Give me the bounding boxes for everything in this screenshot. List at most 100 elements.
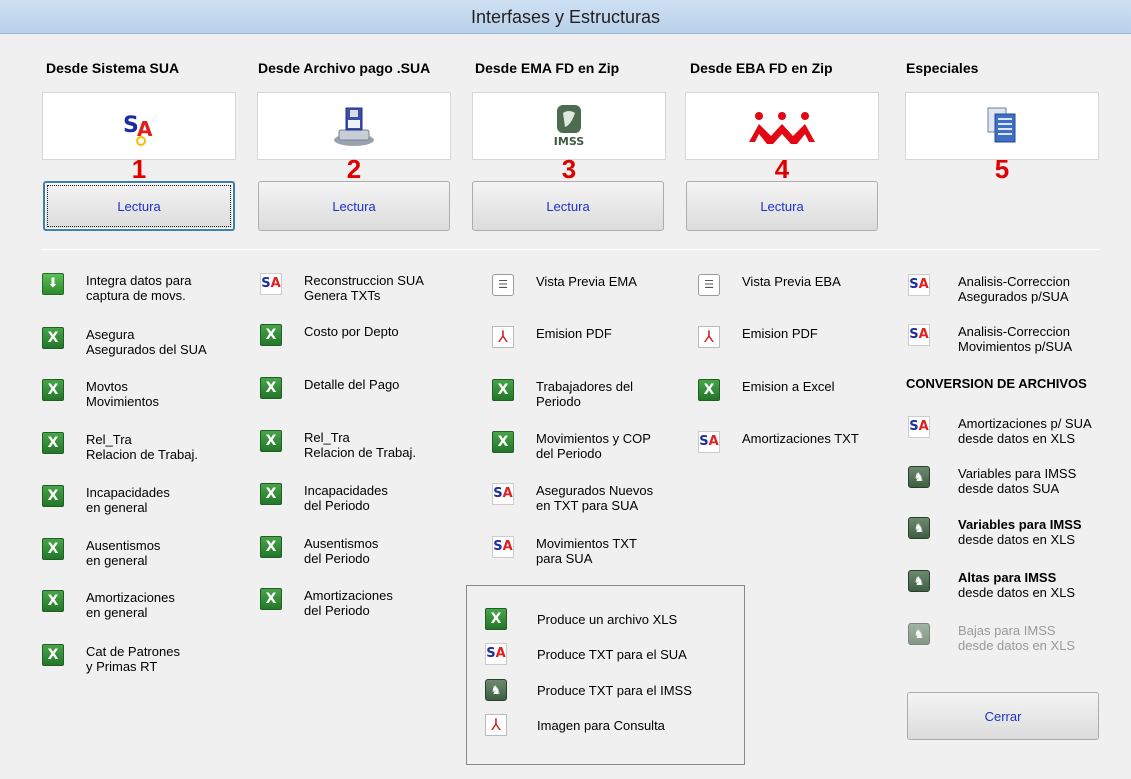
infonavit-logo-icon — [749, 112, 815, 144]
heading-ema-zip: Desde EMA FD en Zip — [475, 60, 620, 76]
excel-icon — [492, 379, 514, 401]
heading-archivo-pago: Desde Archivo pago .SUA — [258, 60, 431, 76]
heading-eba-zip: Desde EBA FD en Zip — [690, 60, 833, 76]
tile-eba — [685, 92, 879, 160]
item-sublabel: Movimientos p/SUA — [958, 339, 1073, 354]
pdf-icon: ⅄ — [698, 326, 720, 348]
item-label: Rel_Tra — [304, 430, 350, 445]
item-sublabel: en TXT para SUA — [536, 498, 639, 513]
item-sublabel: Genera TXTs — [304, 288, 381, 303]
item-sublabel: del Periodo — [304, 498, 370, 513]
imss-icon: ♞ — [908, 623, 930, 645]
item-sublabel: Periodo — [536, 394, 581, 409]
excel-icon — [492, 431, 514, 453]
item-label: Analisis-Correccion — [958, 274, 1070, 289]
item-label: Ausentismos — [304, 536, 379, 551]
item-sublabel: del Periodo — [304, 603, 370, 618]
item-label: Amortizaciones — [304, 588, 393, 603]
imss-icon: ♞ — [908, 466, 930, 488]
excel-icon — [42, 538, 64, 560]
excel-icon — [42, 590, 64, 612]
imss-logo-icon: IMSS — [554, 105, 584, 148]
excel-icon — [42, 485, 64, 507]
item-sublabel: desde datos en XLS — [958, 532, 1076, 547]
item-label: Trabajadores del — [536, 379, 634, 394]
pdf-icon: ⅄ — [485, 714, 507, 736]
item-label: Movimientos y COP — [536, 431, 651, 446]
imss-icon: ♞ — [908, 570, 930, 592]
item-sublabel: captura de movs. — [86, 288, 186, 303]
sua-icon: SA — [492, 483, 514, 505]
item-sublabel: para SUA — [536, 551, 593, 566]
item-label: Vista Previa EBA — [742, 274, 841, 289]
item-label: Vista Previa EMA — [536, 274, 637, 289]
item-label: Emision PDF — [742, 326, 818, 341]
disk-drive-icon — [334, 107, 374, 146]
item-sublabel: del Periodo — [536, 446, 602, 461]
tile-ema: IMSS — [472, 92, 666, 160]
item-label: Altas para IMSS — [958, 570, 1057, 585]
item-label: Asegura — [86, 327, 135, 342]
number-2: 2 — [346, 154, 362, 184]
sua-icon: SA — [492, 536, 514, 558]
legend-label: Produce un archivo XLS — [537, 612, 678, 627]
tile-sua: S A — [42, 92, 236, 160]
item-label: Analisis-Correccion — [958, 324, 1070, 339]
legend-label: Produce TXT para el IMSS — [537, 683, 692, 698]
download-icon: ⬇ — [42, 273, 64, 295]
item-label: Amortizaciones TXT — [742, 431, 859, 446]
imss-icon: ♞ — [485, 679, 507, 701]
lectura-button-archivo[interactable]: Lectura — [258, 181, 450, 231]
item-sublabel: Movimientos — [86, 394, 159, 409]
excel-icon — [485, 608, 507, 630]
lectura-button-sua[interactable]: Lectura — [43, 181, 235, 231]
item-sublabel: desde datos en XLS — [958, 638, 1076, 653]
notepad-icon: ☰ — [698, 274, 720, 296]
close-button[interactable]: Cerrar — [907, 692, 1099, 740]
number-3: 3 — [561, 154, 577, 184]
item-sublabel: y Primas RT — [86, 659, 158, 674]
item-sublabel: Relacion de Trabaj. — [86, 447, 199, 462]
item-sublabel: del Periodo — [304, 551, 370, 566]
lectura-button-ema[interactable]: Lectura — [472, 181, 664, 231]
item-label: Asegurados Nuevos — [536, 483, 654, 498]
item-label: Reconstruccion SUA — [304, 273, 424, 288]
excel-icon — [260, 483, 282, 505]
legend-box: Produce un archivo XLS SA Produce TXT pa… — [466, 585, 745, 765]
sua-logo-icon: S A — [123, 113, 153, 146]
lectura-button-eba[interactable]: Lectura — [686, 181, 878, 231]
window-title: Interfases y Estructuras — [0, 0, 1131, 34]
excel-icon — [260, 536, 282, 558]
heading-sistema-sua: Desde Sistema SUA — [46, 60, 180, 76]
item-label: Movtos — [86, 379, 128, 394]
item-label: Detalle del Pago — [304, 377, 400, 392]
item-label: Variables para IMSS — [958, 517, 1082, 532]
item-label: Ausentismos — [86, 538, 161, 553]
svg-text:IMSS: IMSS — [554, 135, 584, 148]
heading-especiales: Especiales — [906, 60, 979, 76]
item-sublabel: en general — [86, 500, 148, 515]
item-sublabel: en general — [86, 605, 148, 620]
tile-archivo — [257, 92, 451, 160]
item-label: Cat de Patrones — [86, 644, 180, 659]
divider — [42, 249, 1100, 250]
item-label: Incapacidades — [304, 483, 388, 498]
item-label: Movimientos TXT — [536, 536, 637, 551]
notepad-icon: ☰ — [492, 274, 514, 296]
item-label: Amortizaciones — [86, 590, 175, 605]
item-sublabel: en general — [86, 553, 148, 568]
sua-icon: SA — [908, 274, 930, 296]
excel-icon — [698, 379, 720, 401]
excel-icon — [42, 379, 64, 401]
tile-especiales — [905, 92, 1099, 160]
main-panel: Desde Sistema SUA Desde Archivo pago .SU… — [0, 34, 1131, 779]
excel-icon — [42, 432, 64, 454]
item-sublabel: Asegurados p/SUA — [958, 289, 1069, 304]
item-label: Emision PDF — [536, 326, 612, 341]
number-4: 4 — [774, 154, 790, 184]
legend-label: Imagen para Consulta — [537, 718, 665, 733]
imss-icon: ♞ — [908, 517, 930, 539]
item-label: Rel_Tra — [86, 432, 132, 447]
excel-icon — [260, 430, 282, 452]
sua-icon: SA — [908, 416, 930, 438]
